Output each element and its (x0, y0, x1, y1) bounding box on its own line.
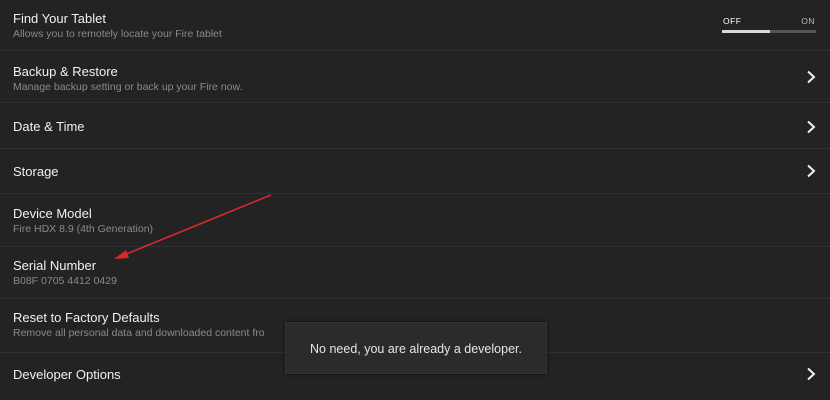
backup-restore-subtitle: Manage backup setting or back up your Fi… (13, 81, 243, 93)
chevron-right-icon (806, 367, 816, 381)
storage-title: Storage (13, 164, 59, 179)
toggle-on-label[interactable]: ON (801, 16, 815, 26)
toggle-thumb[interactable] (722, 30, 770, 33)
find-tablet-subtitle: Allows you to remotely locate your Fire … (13, 28, 222, 40)
toast-message: No need, you are already a developer. (310, 342, 522, 356)
developer-toast: No need, you are already a developer. (285, 322, 547, 374)
device-model-title: Device Model (13, 206, 92, 221)
date-time-row[interactable]: Date & Time (0, 103, 830, 149)
toggle-off-label[interactable]: OFF (723, 16, 742, 26)
device-model-row: Device Model Fire HDX 8.9 (4th Generatio… (0, 194, 830, 247)
backup-restore-title: Backup & Restore (13, 64, 118, 79)
developer-options-title: Developer Options (13, 367, 121, 382)
factory-reset-subtitle: Remove all personal data and downloaded … (13, 327, 265, 339)
device-model-value: Fire HDX 8.9 (4th Generation) (13, 223, 154, 235)
chevron-right-icon (806, 70, 816, 84)
factory-reset-title: Reset to Factory Defaults (13, 310, 160, 325)
chevron-right-icon (806, 120, 816, 134)
find-tablet-title: Find Your Tablet (13, 11, 106, 26)
chevron-right-icon (806, 164, 816, 178)
find-tablet-toggle[interactable]: OFF ON (722, 10, 816, 36)
backup-restore-row[interactable]: Backup & Restore Manage backup setting o… (0, 51, 830, 103)
find-tablet-row: Find Your Tablet Allows you to remotely … (0, 0, 830, 51)
storage-row[interactable]: Storage (0, 149, 830, 194)
serial-number-title: Serial Number (13, 258, 97, 273)
serial-number-row: Serial Number B08F 0705 4412 0429 (0, 247, 830, 299)
date-time-title: Date & Time (13, 119, 85, 134)
settings-screen: Find Your Tablet Allows you to remotely … (0, 0, 830, 400)
serial-number-value: B08F 0705 4412 0429 (13, 275, 117, 287)
